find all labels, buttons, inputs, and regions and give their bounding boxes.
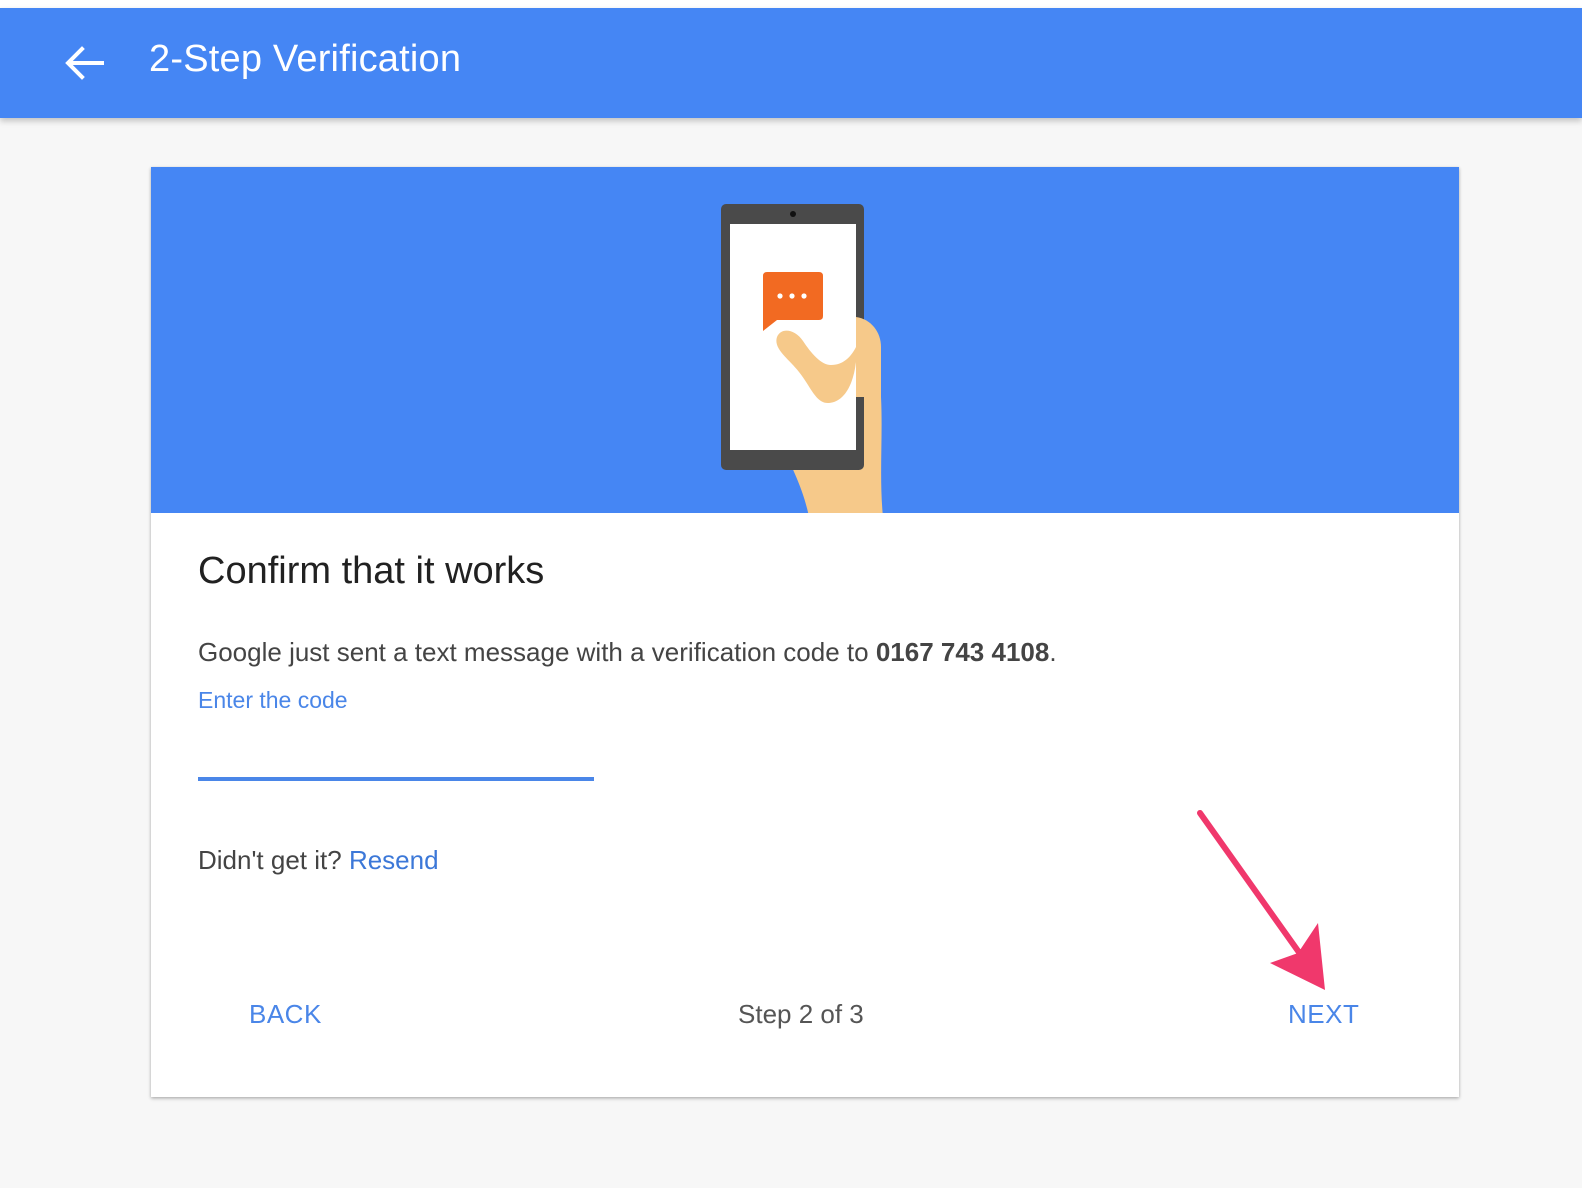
hero-banner — [151, 167, 1459, 513]
top-strip — [0, 0, 1582, 8]
description-text: Google just sent a text message with a v… — [198, 637, 1057, 668]
phone-in-hand-illustration — [721, 204, 883, 513]
code-field-label: Enter the code — [198, 687, 348, 713]
description-prefix: Google just sent a text message with a v… — [198, 637, 876, 667]
phone-camera — [790, 211, 796, 217]
resend-row: Didn't get it? Resend — [198, 845, 439, 876]
next-button[interactable]: NEXT — [1288, 999, 1359, 1030]
back-arrow-icon[interactable] — [62, 43, 106, 83]
app-bar: 2-Step Verification — [0, 8, 1582, 118]
annotation-arrow-icon — [1197, 810, 1325, 990]
page-title: 2-Step Verification — [149, 38, 462, 80]
verification-code-input[interactable] — [198, 722, 594, 781]
back-button[interactable]: BACK — [249, 999, 322, 1030]
resend-prompt: Didn't get it? — [198, 845, 349, 875]
card-heading: Confirm that it works — [198, 550, 545, 592]
phone-number: 0167 743 4108 — [875, 637, 1050, 667]
description-suffix: . — [1049, 637, 1057, 667]
step-indicator: Step 2 of 3 — [738, 999, 864, 1029]
resend-link[interactable]: Resend — [349, 845, 439, 875]
